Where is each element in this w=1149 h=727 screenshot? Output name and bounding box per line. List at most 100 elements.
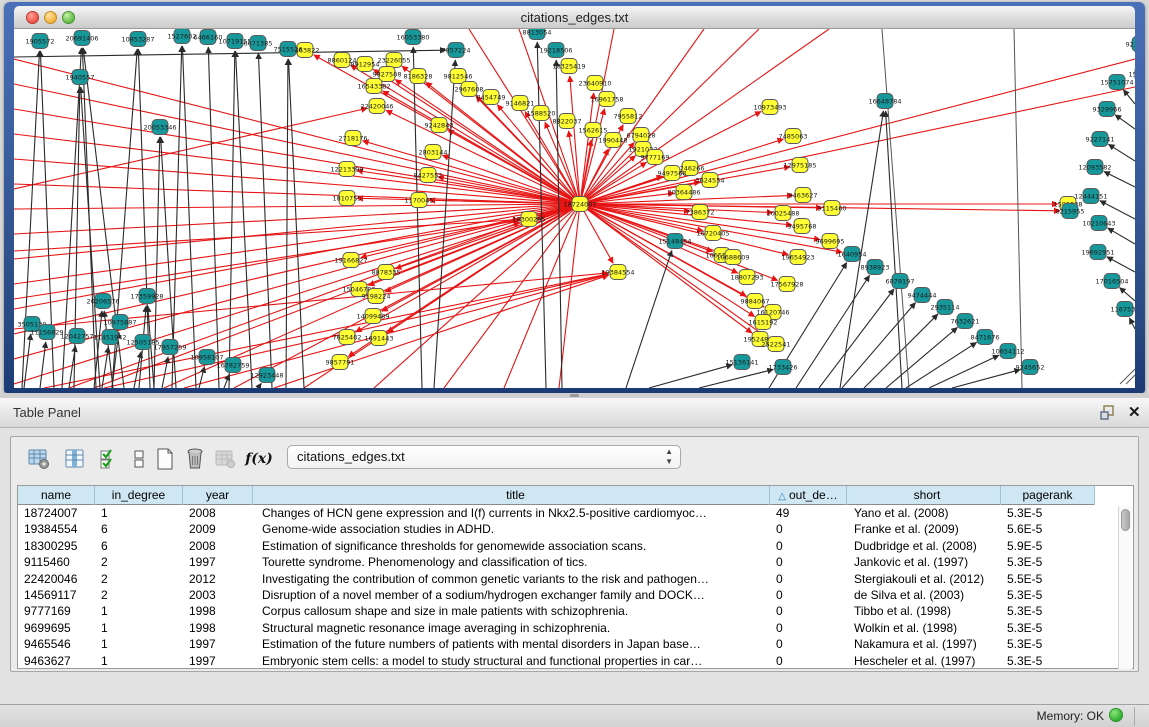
citation-edge-red[interactable] [395,204,580,269]
network-canvas[interactable]: 1872400776638228860124891295423226055982… [14,29,1135,388]
graph-node[interactable]: 19166827 [334,253,367,268]
column-header-in_degree[interactable]: in_degree [95,486,183,505]
citation-edge-black[interactable] [229,51,235,388]
citation-edge-red[interactable] [14,204,580,334]
graph-node[interactable]: 2803144 [419,145,448,160]
citation-edge-black[interactable] [796,275,870,388]
row-height-icon[interactable] [127,447,151,471]
window-titlebar[interactable]: citations_edges.txt [14,6,1135,29]
citation-edge-black[interactable] [819,289,894,388]
graph-node[interactable]: 9227141 [1086,132,1115,147]
graph-node[interactable]: 9146821 [506,96,535,111]
citation-edge-black[interactable] [208,47,219,388]
graph-node[interactable]: 23640910 [578,76,611,91]
graph-node[interactable]: 9474444 [908,288,937,303]
graph-node[interactable]: 12923448 [250,368,283,383]
graph-node[interactable]: 6879197 [886,274,915,289]
graph-node[interactable]: 9329966 [1093,102,1122,117]
show-columns-icon[interactable] [63,447,87,471]
graph-node[interactable]: 20691406 [65,31,98,46]
table-row[interactable]: 2242004622012Investigating the contribut… [18,571,1121,587]
citation-network-graph[interactable]: 1872400776638228860124891295423226055982… [14,29,1135,388]
graph-node[interactable]: 1588520 [527,106,556,121]
function-builder-icon[interactable]: f(x) [247,447,271,471]
graph-node[interactable]: 23226055 [377,53,410,68]
graph-node[interactable]: 19218506 [539,43,572,58]
delete-table-icon[interactable] [183,447,207,471]
citation-edge-black[interactable] [1115,115,1135,129]
graph-node[interactable]: 9115460 [818,201,847,216]
citation-edge-red[interactable] [559,204,580,388]
citation-edge-black[interactable] [649,365,732,388]
graph-node[interactable]: 1527602 [168,29,197,44]
table-row[interactable]: 1456911722003Disruption of a novel membe… [18,587,1121,603]
graph-node[interactable]: 10853287 [121,32,154,47]
citation-edge-red[interactable] [14,108,367,189]
memory-status-icon[interactable] [1109,708,1123,722]
graph-node[interactable]: 8813054 [523,29,552,40]
graph-node[interactable]: 14099489 [356,309,389,324]
select-columns-icon[interactable] [97,447,121,471]
graph-node[interactable]: 16961758 [590,92,623,107]
graph-node[interactable]: 10973493 [753,100,786,115]
graph-node[interactable]: 8938923 [861,260,890,275]
graph-node[interactable]: 2935114 [931,300,960,315]
scrollbar-thumb[interactable] [1121,509,1130,531]
citation-edge-black[interactable] [1123,90,1135,104]
graph-node[interactable]: 8878335 [372,265,401,280]
graph-node[interactable]: 1990448 [599,133,628,148]
citation-edge-black[interactable] [886,111,902,388]
create-table-icon[interactable] [153,447,177,471]
graph-node[interactable]: 9495768 [788,219,817,234]
graph-node[interactable]: 7632621 [951,314,980,329]
graph-node[interactable]: 1810755 [333,191,362,206]
column-header-out_de[interactable]: △out_de… [770,486,847,505]
table-settings-icon[interactable] [27,447,51,471]
float-panel-icon[interactable] [1100,405,1116,421]
graph-node[interactable]: 15136141 [725,355,758,370]
column-header-pagerank[interactable]: pagerank [1001,486,1095,505]
graph-node[interactable]: 6794028 [627,128,656,143]
graph-node[interactable]: 1905572 [26,34,55,49]
graph-node[interactable]: 17016504 [1095,274,1128,289]
citation-edge-black[interactable] [1129,318,1135,329]
citation-edge-black[interactable] [40,342,46,388]
graph-node[interactable]: 19384554 [601,265,634,280]
citation-edge-black[interactable] [172,46,182,388]
graph-node[interactable]: 20053346 [143,120,176,135]
citation-edge-black[interactable] [886,327,957,388]
table-selector-dropdown[interactable]: citations_edges.txt ▲▼ [287,445,681,469]
citation-edge-black[interactable] [1120,288,1135,301]
citation-edge-red[interactable] [374,204,580,388]
graph-node[interactable]: 7857224 [442,43,471,58]
graph-node[interactable]: 9245652 [1016,360,1045,375]
citation-edge-black[interactable] [1014,29,1022,388]
graph-node[interactable]: 17567928 [770,277,803,292]
graph-node[interactable]: 8471676 [971,330,1000,345]
graph-node[interactable]: 1167531 [1111,302,1135,317]
citation-edge-black[interactable] [906,342,977,388]
node-table[interactable]: namein_degreeyeartitle△out_de…shortpager… [17,485,1134,669]
citation-edge-black[interactable] [1104,171,1135,187]
graph-node[interactable]: 19654923 [781,250,814,265]
graph-node[interactable]: 16720405 [696,226,729,241]
citation-edge-red[interactable] [580,59,1135,204]
table-row[interactable]: 911546021997Tourette syndrome. Phenomeno… [18,554,1121,570]
graph-node[interactable]: 18325419 [552,59,585,74]
graph-node[interactable]: 9699695 [816,234,845,249]
table-row[interactable]: 1830029562008Estimation of significance … [18,538,1121,554]
citation-edge-black[interactable] [102,347,108,388]
citation-edge-black[interactable] [1120,369,1135,384]
citation-edge-black[interactable] [929,355,999,388]
citation-edge-black[interactable] [1108,144,1135,161]
citation-edge-black[interactable] [699,369,773,388]
network-view-window[interactable]: citations_edges.txt 18724007766382288601… [4,2,1145,393]
citation-edge-black[interactable] [1107,257,1135,272]
citation-edge-red[interactable] [363,141,580,204]
column-header-title[interactable]: title [253,486,770,505]
graph-node[interactable]: 1733426 [769,360,798,375]
table-row[interactable]: 946362711997Embryonic stem cells: a mode… [18,653,1121,669]
graph-node[interactable]: 7485063 [779,129,808,144]
citation-edge-black[interactable] [235,51,252,388]
column-header-name[interactable]: name [18,486,95,505]
